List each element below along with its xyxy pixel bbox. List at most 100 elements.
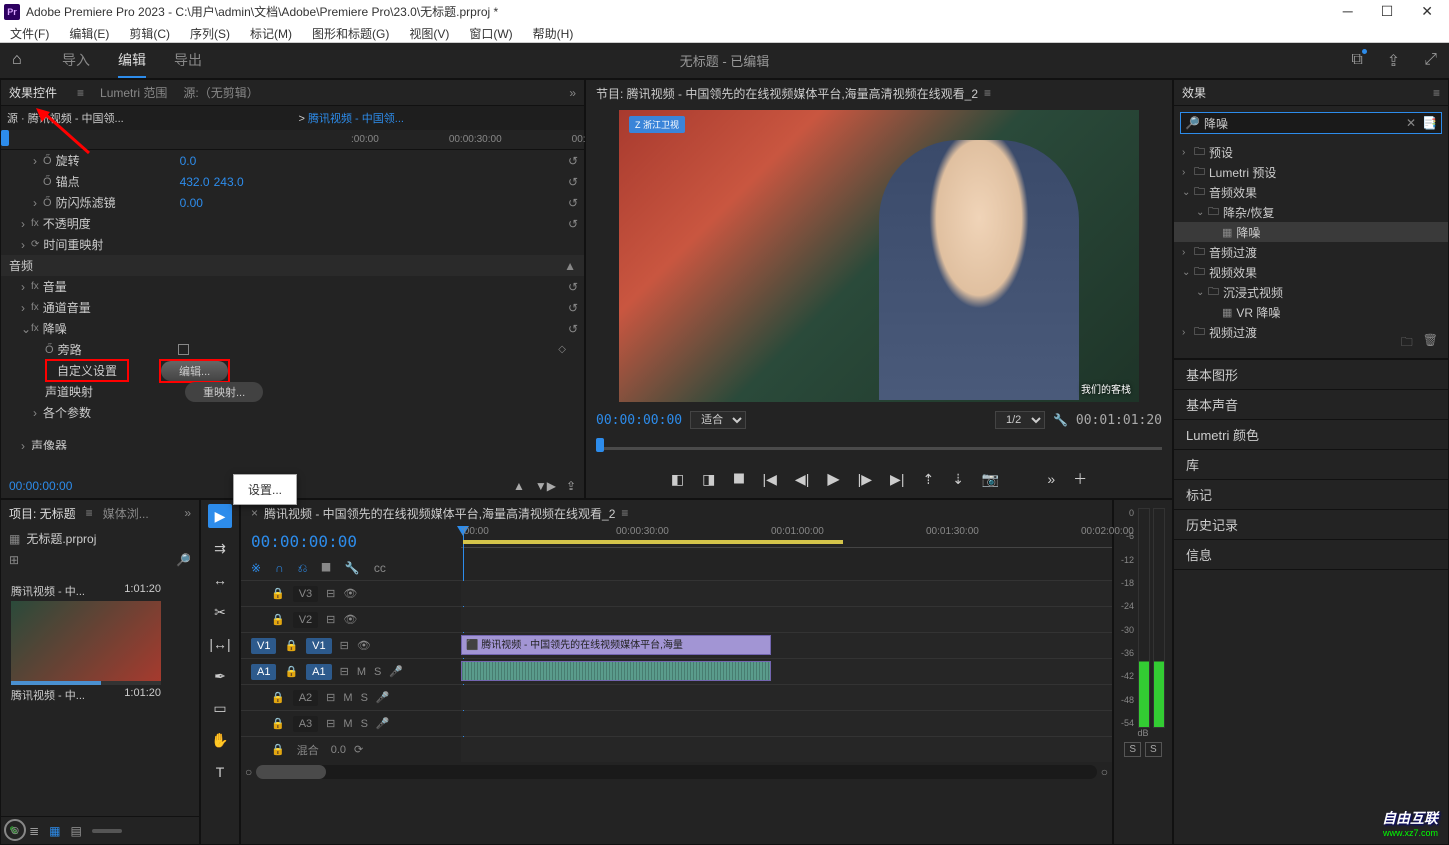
search-icon[interactable]: 🔎 [176, 553, 191, 567]
program-resolution-dropdown[interactable]: 1/2 [995, 411, 1045, 429]
prop-anchor[interactable]: 锚点 [56, 173, 176, 190]
track-a1[interactable]: A1🔒A1⊟MS🎤 [241, 658, 1112, 684]
goto-in-icon[interactable]: |◀ [763, 471, 777, 488]
panel-essential-sound[interactable]: 基本声音 [1174, 390, 1448, 420]
zoom-slider[interactable] [92, 829, 122, 833]
step-fwd-icon[interactable]: |▶ [858, 471, 872, 488]
solo-left[interactable]: S [1124, 742, 1141, 757]
panel-menu-icon[interactable]: ≡ [984, 86, 991, 100]
video-clip[interactable]: ⬛ 腾讯视频 - 中国领先的在线视频媒体平台,海量 [461, 635, 771, 655]
workspace-tab-export[interactable]: 导出 [174, 44, 202, 78]
panel-info[interactable]: 信息 [1174, 540, 1448, 570]
ec-mini-timeline[interactable]: :00:00 00:00:30:00 00:01:0 [1, 130, 584, 150]
snap-icon[interactable]: ※ [251, 561, 261, 575]
panel-essential-graphics[interactable]: 基本图形 [1174, 360, 1448, 390]
reset-icon[interactable]: ↺ [568, 217, 578, 231]
prop-antiflicker-value[interactable]: 0.00 [180, 196, 203, 210]
channel-remap-button[interactable]: 重映射... [185, 382, 263, 402]
prop-denoise[interactable]: 降噪 [43, 320, 163, 337]
panel-libraries[interactable]: 库 [1174, 450, 1448, 480]
delete-icon[interactable]: 🗑 [1423, 333, 1438, 354]
track-a3[interactable]: 🔒A3⊟MS🎤 [241, 710, 1112, 736]
selection-tool-icon[interactable]: ▶ [208, 504, 232, 528]
ec-tool-triangle-icon[interactable]: ▲ [513, 479, 525, 493]
timeline-timecode[interactable]: 00:00:00:00 [251, 532, 357, 551]
panel-lumetri-color[interactable]: Lumetri 颜色 [1174, 420, 1448, 450]
effects-tree-item[interactable]: ›🗀音频过渡 [1174, 242, 1448, 262]
audio-section-collapse[interactable]: ▲ [564, 259, 576, 273]
audio-clip[interactable] [461, 661, 771, 681]
timeline-ruler[interactable]: :00:00 00:00:30:00 00:01:00:00 00:01:30:… [461, 526, 1112, 548]
tab-lumetri-scopes[interactable]: Lumetri 范围 [100, 84, 167, 101]
play-icon[interactable]: ▶ [827, 469, 839, 489]
lift-icon[interactable]: ⇡ [922, 471, 934, 488]
rectangle-tool-icon[interactable]: ▭ [208, 696, 232, 720]
ec-tool-share-icon[interactable]: ⇪ [566, 479, 576, 493]
timeline-zoom-scrollbar[interactable] [256, 765, 1097, 779]
creative-cloud-icon[interactable]: ⊚ [4, 819, 26, 841]
tab-project[interactable]: 项目: 无标题 [9, 505, 76, 522]
project-item[interactable]: 腾讯视频 - 中...1:01:20 腾讯视频 - 中...1:01:20 [11, 581, 161, 705]
menu-clip[interactable]: 剪辑(C) [125, 23, 174, 42]
overflow-icon[interactable]: » [569, 86, 576, 100]
track-mix[interactable]: 🔒混合0.0⟳ [241, 736, 1112, 762]
freeform-view-icon[interactable]: ▤ [70, 824, 81, 838]
panel-history[interactable]: 历史记录 [1174, 510, 1448, 540]
step-back-icon[interactable]: ◀| [795, 471, 809, 488]
prop-antiflicker[interactable]: 防闪烁滤镜 [56, 194, 176, 211]
prop-panner[interactable]: 声像器 [31, 437, 151, 450]
track-v3[interactable]: 🔒V3⊟👁 [241, 580, 1112, 606]
reset-icon[interactable]: ↺ [568, 154, 578, 168]
solo-right[interactable]: S [1145, 742, 1162, 757]
hand-tool-icon[interactable]: ✋ [208, 728, 232, 752]
panel-menu-icon[interactable]: ≡ [1433, 86, 1440, 100]
effects-tree-item[interactable]: ›🗀Lumetri 预设 [1174, 162, 1448, 182]
reset-icon[interactable]: ↺ [568, 196, 578, 210]
extract-icon[interactable]: ⇣ [952, 471, 964, 488]
button-editor-icon[interactable]: » [1047, 471, 1055, 487]
mark-out-icon[interactable]: ◨ [702, 471, 715, 488]
tab-media-browser[interactable]: 媒体浏... [103, 505, 149, 522]
prop-rotation-value[interactable]: 0.0 [180, 154, 197, 168]
mark-in-icon[interactable]: ◧ [671, 471, 684, 488]
track-v1[interactable]: V1🔒V1⊟👁⬛ 腾讯视频 - 中国领先的在线视频媒体平台,海量 [241, 632, 1112, 658]
zoom-in-icon[interactable]: ○ [1101, 765, 1108, 779]
tab-effect-controls[interactable]: 效果控件 [9, 84, 57, 101]
icon-view-icon[interactable]: ▦ [49, 824, 60, 838]
workspace-tab-import[interactable]: 导入 [62, 44, 90, 78]
program-video-viewport[interactable]: Z 浙江卫视 我们的客栈 [619, 110, 1139, 402]
prop-timeremap[interactable]: 时间重映射 [43, 236, 163, 253]
ec-tool-filter-icon[interactable]: ▼▶ [535, 479, 556, 493]
new-bin-icon[interactable]: 📑 [1422, 116, 1437, 130]
ripple-edit-tool-icon[interactable]: ↔ [208, 568, 232, 592]
prop-each-param[interactable]: 各个参数 [43, 404, 163, 421]
track-a2[interactable]: 🔒A2⊟MS🎤 [241, 684, 1112, 710]
fullscreen-icon[interactable]: ⤢ [1424, 51, 1437, 71]
quick-export-icon[interactable]: ⧉ [1351, 51, 1362, 71]
track-select-tool-icon[interactable]: ⇉ [208, 536, 232, 560]
effects-tree-item[interactable]: ▦降噪 [1174, 222, 1448, 242]
goto-out-icon[interactable]: ▶| [890, 471, 904, 488]
reset-icon[interactable]: ↺ [568, 280, 578, 294]
workspace-tab-edit[interactable]: 编辑 [118, 44, 146, 78]
filter-bin-icon[interactable]: ⊞ [9, 553, 19, 567]
track-v2[interactable]: 🔒V2⊟👁 [241, 606, 1112, 632]
menu-markers[interactable]: 标记(M) [246, 23, 296, 42]
zoom-out-icon[interactable]: ○ [245, 765, 252, 779]
effects-tree-item[interactable]: ▦VR 降噪 [1174, 302, 1448, 322]
caption-icon[interactable]: cc [374, 561, 386, 575]
effects-tree-item[interactable]: ›🗀预设 [1174, 142, 1448, 162]
effects-tree-item[interactable]: ⌄🗀视频效果 [1174, 262, 1448, 282]
tab-source-none[interactable]: 源:（无剪辑） [183, 84, 258, 101]
menu-file[interactable]: 文件(F) [6, 23, 53, 42]
ec-playhead[interactable] [1, 130, 9, 146]
minimize-button[interactable]: ─ [1343, 3, 1353, 20]
tab-effects[interactable]: 效果 [1182, 84, 1206, 101]
menu-edit[interactable]: 编辑(E) [65, 23, 113, 42]
list-view-icon[interactable]: ≣ [29, 824, 39, 838]
add-marker-icon[interactable]: ⯀ [733, 471, 744, 488]
timeline-close-icon[interactable]: × [251, 506, 258, 520]
settings-icon[interactable]: 🔧 [345, 561, 360, 575]
type-tool-icon[interactable]: T [208, 760, 232, 784]
search-clear-icon[interactable]: ✕ [1406, 116, 1416, 130]
